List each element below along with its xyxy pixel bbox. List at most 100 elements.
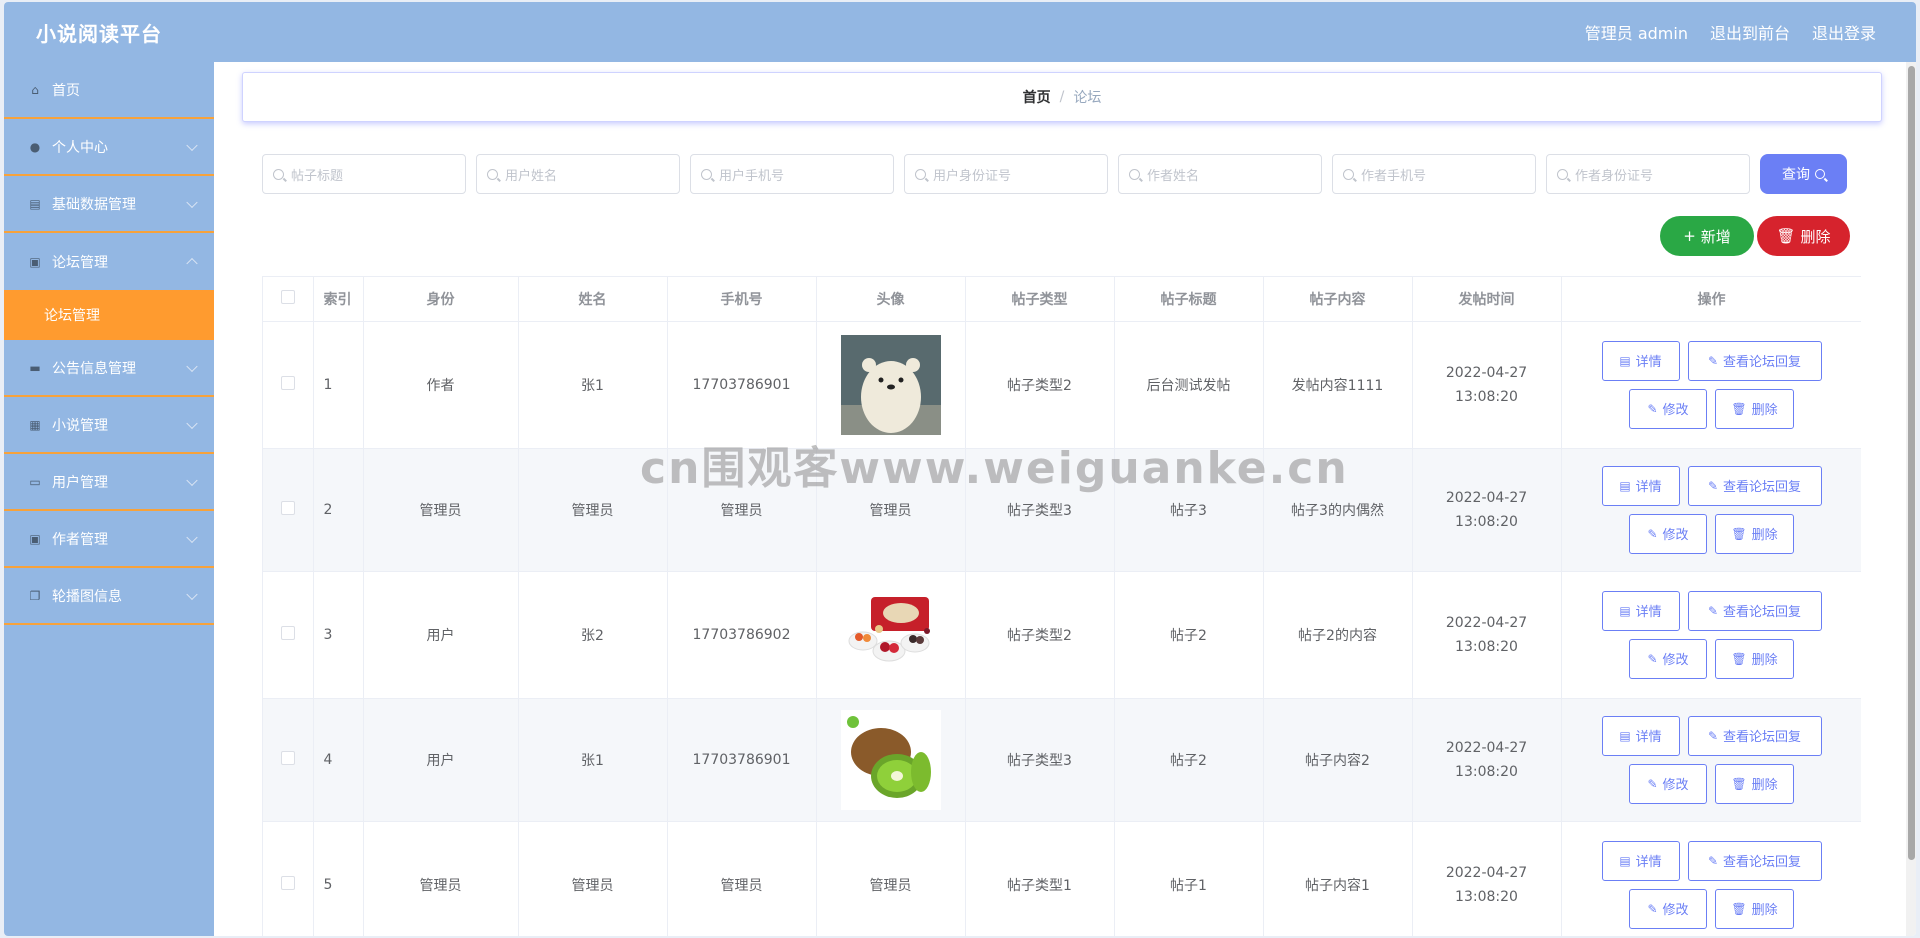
- sidebar-item-label: 轮播图信息: [52, 588, 122, 605]
- detail-button[interactable]: ▤ 详情: [1601, 840, 1680, 881]
- delete-button[interactable]: 🗑 删除: [1715, 763, 1794, 804]
- cell-title: 帖子2: [1114, 698, 1264, 822]
- logout-link[interactable]: 退出登录: [1812, 20, 1876, 44]
- row-checkbox[interactable]: [280, 375, 295, 390]
- chevron-down-icon: [186, 474, 198, 486]
- copy-icon: ❐: [29, 588, 41, 603]
- view-replies-button[interactable]: ✎ 查看论坛回复: [1687, 340, 1822, 381]
- edit-button[interactable]: ✎ 修改: [1629, 388, 1707, 429]
- breadcrumb-home[interactable]: 首页: [1023, 87, 1051, 107]
- view-replies-button[interactable]: ✎ 查看论坛回复: [1687, 590, 1822, 631]
- delete-button[interactable]: 🗑 删除: [1715, 388, 1794, 429]
- search-author-name-input[interactable]: 作者姓名: [1118, 154, 1322, 194]
- pencil-icon: ✎: [1707, 853, 1719, 868]
- search-user-phone-input[interactable]: 用户手机号: [690, 154, 894, 194]
- table-row: 2 管理员 管理员 管理员 管理员 帖子类型3 帖子3 帖子3的内偶然 2022…: [263, 448, 1861, 572]
- query-button[interactable]: 查询: [1760, 154, 1847, 194]
- row-checkbox[interactable]: [280, 625, 295, 640]
- cell-index: 5: [313, 821, 364, 936]
- add-button[interactable]: + 新增: [1660, 216, 1754, 256]
- search-author-idcard-input[interactable]: 作者身份证号: [1546, 154, 1750, 194]
- search-user-idcard-input[interactable]: 用户身份证号: [904, 154, 1108, 194]
- delete-button[interactable]: 🗑 删除: [1715, 638, 1794, 679]
- cell-content: 帖子内容1: [1263, 821, 1413, 936]
- sidebar-item-forum[interactable]: ▣ 论坛管理: [4, 233, 214, 290]
- edit-button[interactable]: ✎ 修改: [1629, 763, 1707, 804]
- search-post-title-input[interactable]: 帖子标题: [262, 154, 466, 194]
- cell-content: 帖子2的内容: [1263, 571, 1413, 699]
- sidebar-item-label: 基础数据管理: [52, 196, 136, 213]
- sidebar-item-users[interactable]: ▭ 用户管理: [4, 454, 214, 511]
- sidebar-item-home[interactable]: ⌂ 首页: [4, 62, 214, 119]
- search-user-name-input[interactable]: 用户姓名: [476, 154, 680, 194]
- pencil-icon: ✎: [1707, 603, 1719, 618]
- chat-icon: ▭: [29, 474, 41, 489]
- cell-title: 帖子2: [1114, 571, 1264, 699]
- cell-role: 用户: [363, 698, 519, 822]
- cell-phone: 17703786902: [667, 571, 817, 699]
- edit-button[interactable]: ✎ 修改: [1629, 513, 1707, 554]
- trash-icon: 🗑: [1731, 401, 1747, 416]
- pencil-icon: ✎: [1707, 728, 1719, 743]
- search-icon: [1557, 168, 1568, 180]
- detail-button[interactable]: ▤ 详情: [1601, 465, 1680, 506]
- cell-time: 2022-04-27 13:08:20: [1412, 821, 1562, 936]
- document-icon: ▤: [1619, 728, 1631, 743]
- go-front-link[interactable]: 退出到前台: [1710, 20, 1790, 44]
- search-icon: [701, 168, 712, 180]
- cell-name: 管理员: [518, 821, 668, 936]
- column-header: 姓名: [518, 277, 668, 322]
- sidebar-item-novel[interactable]: ▦ 小说管理: [4, 397, 214, 454]
- view-replies-button[interactable]: ✎ 查看论坛回复: [1687, 465, 1822, 506]
- trash-icon: 🗑: [1731, 651, 1747, 666]
- snack-food-avatar-image: [840, 584, 941, 685]
- select-all-checkbox[interactable]: [280, 289, 295, 304]
- pencil-icon: ✎: [1647, 526, 1658, 541]
- sidebar-subitem-forum-manage[interactable]: 论坛管理: [4, 290, 214, 340]
- cell-content: 发帖内容1111: [1263, 321, 1413, 449]
- search-icon: [1343, 168, 1354, 180]
- edit-button[interactable]: ✎ 修改: [1629, 638, 1707, 679]
- view-replies-button[interactable]: ✎ 查看论坛回复: [1687, 840, 1822, 881]
- delete-button[interactable]: 🗑 删除: [1715, 888, 1794, 929]
- view-replies-button[interactable]: ✎ 查看论坛回复: [1687, 715, 1822, 756]
- edit-button[interactable]: ✎ 修改: [1629, 888, 1707, 929]
- pencil-icon: ✎: [1707, 478, 1719, 493]
- chevron-down-icon: [186, 196, 198, 208]
- column-header: 帖子标题: [1114, 277, 1264, 322]
- detail-button[interactable]: ▤ 详情: [1601, 340, 1680, 381]
- select-all-header[interactable]: [263, 277, 314, 322]
- sidebar-item-notice[interactable]: ▬ 公告信息管理: [4, 340, 214, 397]
- table-row: 1 作者 张1 17703786901 帖子类型2 后台测试发帖 发帖内容111…: [263, 321, 1861, 449]
- top-header: 小说阅读平台 管理员 admin 退出到前台 退出登录: [4, 2, 1916, 62]
- row-checkbox[interactable]: [280, 875, 295, 890]
- scrollbar-thumb[interactable]: [1908, 66, 1915, 860]
- row-checkbox[interactable]: [280, 500, 295, 515]
- cell-type: 帖子类型2: [965, 571, 1115, 699]
- sidebar-item-carousel[interactable]: ❐ 轮播图信息: [4, 568, 214, 625]
- row-checkbox[interactable]: [280, 750, 295, 765]
- cell-content: 帖子内容2: [1263, 698, 1413, 822]
- sidebar-item-basic-data[interactable]: ▤ 基础数据管理: [4, 176, 214, 233]
- data-icon: ▤: [29, 196, 41, 211]
- document-icon: ▤: [1619, 853, 1631, 868]
- sidebar-item-personal[interactable]: ● 个人中心: [4, 119, 214, 176]
- chevron-down-icon: [186, 417, 198, 429]
- column-header: 操作: [1561, 277, 1861, 322]
- detail-button[interactable]: ▤ 详情: [1601, 715, 1680, 756]
- chevron-down-icon: [186, 139, 198, 151]
- delete-button[interactable]: 🗑 删除: [1715, 513, 1794, 554]
- vertical-scrollbar[interactable]: [1906, 62, 1916, 936]
- sidebar-item-label: 首页: [52, 82, 80, 99]
- document-icon: ▤: [1619, 478, 1631, 493]
- cell-name: 张1: [518, 321, 668, 449]
- search-author-phone-input[interactable]: 作者手机号: [1332, 154, 1536, 194]
- table-row: 5 管理员 管理员 管理员 管理员 帖子类型1 帖子1 帖子内容1 2022-0…: [263, 821, 1861, 936]
- table-row: 3 用户 张2 17703786902 帖子类型2 帖子2 帖子2的内容 202…: [263, 571, 1861, 699]
- sidebar-item-authors[interactable]: ▣ 作者管理: [4, 511, 214, 568]
- current-user-label: 管理员 admin: [1584, 24, 1688, 43]
- breadcrumb-separator: /: [1059, 89, 1065, 105]
- detail-button[interactable]: ▤ 详情: [1601, 590, 1680, 631]
- breadcrumb: 首页 / 论坛: [242, 72, 1882, 122]
- batch-delete-button[interactable]: 🗑 删除: [1757, 216, 1850, 256]
